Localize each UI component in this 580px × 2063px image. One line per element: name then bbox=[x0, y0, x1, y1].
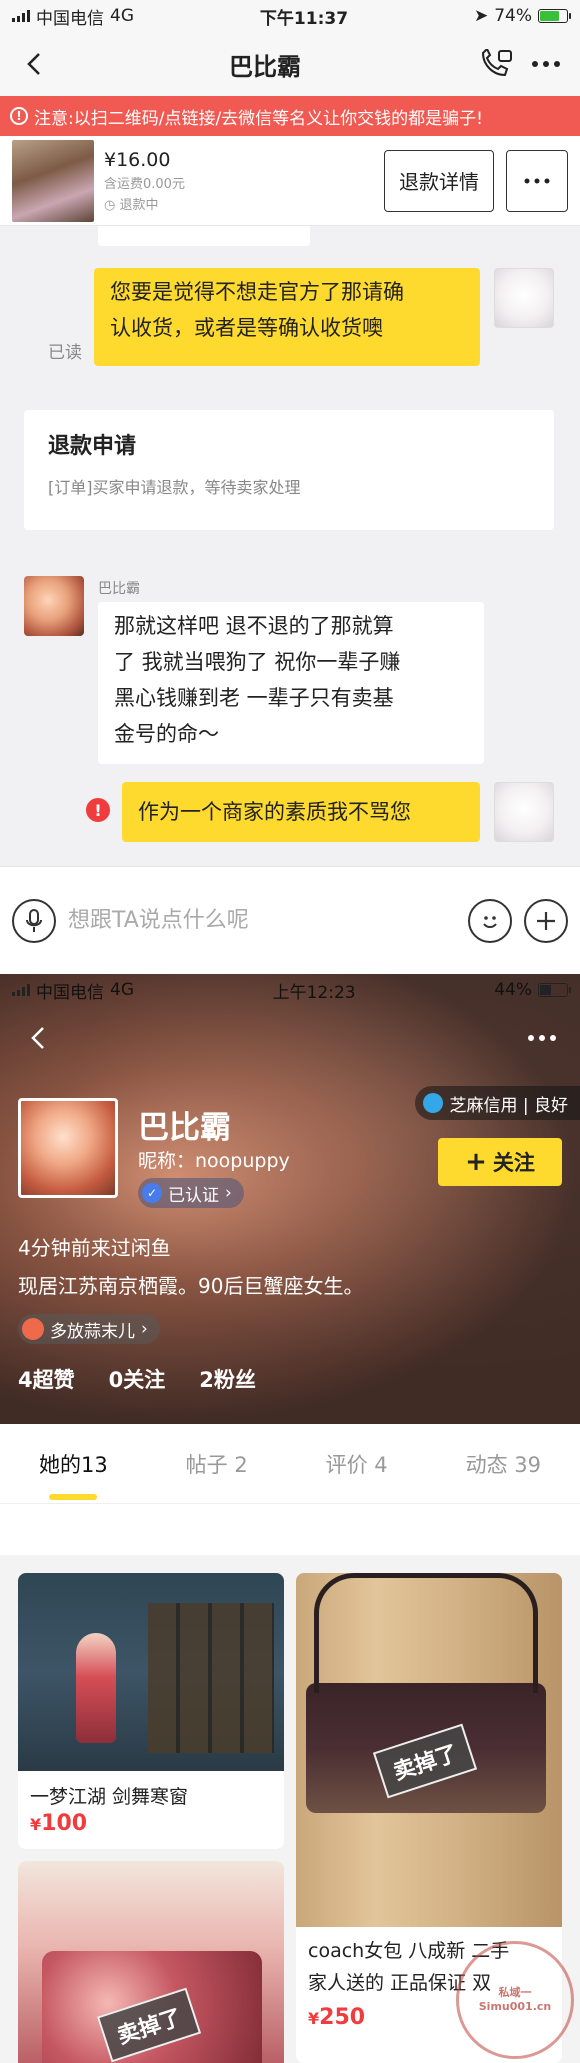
network-label-2: 4G bbox=[110, 980, 134, 1000]
message-input[interactable] bbox=[68, 908, 456, 933]
my-avatar[interactable] bbox=[494, 268, 554, 328]
item-grid: 一梦江湖 剑舞寒窗 ¥100 卖掉了 coach女包 八成新 二手 家人送的 正… bbox=[0, 1555, 580, 2063]
nav-bar: 巴比霸 bbox=[0, 32, 580, 96]
sender-name: 巴比霸 bbox=[98, 581, 140, 597]
follow-button[interactable]: + 关注 bbox=[438, 1138, 562, 1186]
refund-request-desc: [订单]买家申请退款，等待卖家处理 bbox=[48, 478, 301, 497]
carrier-label: 中国电信 bbox=[36, 8, 104, 29]
profile-header: 中国电信 4G 上午12:23 44% 巴比霸 昵称：noopuppy ✓ 已认… bbox=[0, 974, 580, 1424]
followers-count[interactable]: 2粉丝 bbox=[199, 1364, 256, 1394]
fraud-warning-banner: ! 注意:以扫二维码/点链接/去微信等名义让你交钱的都是骗子! bbox=[0, 96, 580, 136]
item-image: 卖掉了 bbox=[296, 1573, 562, 1927]
item-price: ¥250 bbox=[308, 2005, 366, 2030]
order-card[interactable]: ¥16.00 含运费0.00元 ◷ 退款中 退款详情 bbox=[0, 136, 580, 226]
interest-tag[interactable]: 多放蒜末儿 › bbox=[18, 1314, 160, 1344]
last-seen: 4分钟前来过闲鱼 bbox=[18, 1236, 171, 1260]
profile-name: 巴比霸 bbox=[138, 1110, 231, 1146]
location-icon: ➤ bbox=[473, 6, 489, 26]
item-card[interactable]: 一梦江湖 剑舞寒窗 ¥100 bbox=[18, 1573, 284, 1849]
read-receipt: 已读 bbox=[48, 343, 82, 363]
tab-activity[interactable]: 动态 39 bbox=[466, 1424, 541, 1504]
item-image bbox=[18, 1573, 284, 1771]
verified-badge[interactable]: ✓ 已认证 › bbox=[138, 1178, 244, 1208]
emoji-icon[interactable] bbox=[468, 898, 512, 943]
send-failed-icon[interactable]: ! bbox=[86, 798, 110, 822]
profile-stats: 4超赞 0关注 2粉丝 bbox=[18, 1364, 256, 1394]
clock-2: 上午12:23 bbox=[272, 982, 356, 1003]
battery-icon-2 bbox=[537, 983, 571, 997]
game-character-figure bbox=[76, 1633, 116, 1743]
network-label: 4G bbox=[110, 6, 134, 26]
battery-percent-2: 44% bbox=[494, 980, 532, 1000]
tab-items[interactable]: 她的13 bbox=[39, 1424, 108, 1504]
credit-badge[interactable]: 芝麻信用 | 良好 bbox=[415, 1086, 580, 1120]
refund-request-card[interactable]: 退款申请 [订单]买家申请退款，等待卖家处理 bbox=[24, 410, 554, 530]
message-list[interactable]: 您要是觉得不想走官方了那请确 认收货，或者是等确认收货噢 已读 退款申请 [订单… bbox=[0, 226, 580, 866]
watermark-seal: 私域一Simu001.cn bbox=[456, 1941, 574, 2059]
battery-icon bbox=[537, 9, 571, 23]
verified-icon: ✓ bbox=[142, 1183, 162, 1203]
carrier-label-2: 中国电信 bbox=[36, 982, 104, 1003]
signal-icon bbox=[12, 10, 30, 22]
item-title: 一梦江湖 剑舞寒窗 bbox=[30, 1786, 189, 1808]
input-bar bbox=[0, 866, 580, 974]
page-title: 巴比霸 bbox=[229, 52, 301, 81]
likes-count[interactable]: 4超赞 bbox=[18, 1364, 75, 1394]
status-bar: 中国电信 4G 下午11:37 ➤ 74% bbox=[0, 0, 580, 32]
bio: 现居江苏南京栖霞。90后巨蟹座女生。 bbox=[18, 1274, 364, 1298]
message-bubble-failed: 作为一个商家的素质我不骂您 bbox=[122, 782, 480, 842]
clock-icon: ◷ bbox=[104, 197, 116, 213]
chevron-right-icon: › bbox=[225, 1183, 232, 1203]
sesame-credit-icon bbox=[423, 1093, 444, 1113]
seller-avatar[interactable] bbox=[24, 576, 84, 636]
warning-icon: ! bbox=[10, 107, 28, 125]
more-icon[interactable] bbox=[526, 44, 566, 84]
my-avatar-2[interactable] bbox=[494, 782, 554, 842]
warning-text: 注意:以扫二维码/点链接/去微信等名义让你交钱的都是骗子! bbox=[34, 108, 483, 129]
message-bubble-received: 那就这样吧 退不退的了那就算 了 我就当喂狗了 祝你一辈子赚 黑心钱赚到老 一辈… bbox=[98, 602, 484, 764]
more-icon-2[interactable] bbox=[522, 1018, 562, 1058]
order-price: ¥16.00 bbox=[104, 148, 171, 171]
battery-percent: 74% bbox=[494, 6, 532, 26]
shipping-fee: 含运费0.00元 bbox=[104, 176, 185, 192]
profile-nickname: 昵称：noopuppy bbox=[138, 1150, 290, 1172]
plus-icon: + bbox=[465, 1147, 487, 1177]
message-bubble-sent: 您要是觉得不想走官方了那请确 认收货，或者是等确认收货噢 bbox=[94, 268, 480, 366]
bag-strap bbox=[314, 1573, 538, 1693]
back-icon-2[interactable] bbox=[18, 1018, 58, 1058]
inventory-grid bbox=[148, 1603, 274, 1753]
item-card[interactable]: 卖掉了 bbox=[18, 1861, 284, 2063]
following-count[interactable]: 0关注 bbox=[109, 1364, 166, 1394]
tab-reviews[interactable]: 评价 4 bbox=[326, 1424, 388, 1504]
tag-icon bbox=[22, 1318, 44, 1340]
status-bar-2: 中国电信 4G 上午12:23 44% bbox=[0, 974, 580, 1006]
item-image: 卖掉了 bbox=[18, 1861, 284, 2063]
order-more-button[interactable] bbox=[506, 149, 568, 212]
back-icon[interactable] bbox=[14, 44, 54, 84]
message-bubble-previous bbox=[98, 226, 310, 246]
tab-posts[interactable]: 帖子 2 bbox=[186, 1424, 248, 1504]
refund-detail-button[interactable]: 退款详情 bbox=[384, 149, 494, 212]
signal-icon-2 bbox=[12, 984, 30, 996]
add-icon[interactable] bbox=[524, 898, 568, 943]
refund-request-title: 退款申请 bbox=[48, 434, 137, 459]
clock: 下午11:37 bbox=[259, 8, 349, 29]
chevron-right-icon-2: › bbox=[141, 1319, 148, 1339]
profile-avatar[interactable] bbox=[18, 1098, 118, 1198]
profile-tabs: 她的13 帖子 2 评价 4 动态 39 bbox=[0, 1424, 580, 1504]
product-thumbnail bbox=[12, 139, 94, 222]
item-price: ¥100 bbox=[30, 1811, 88, 1836]
order-status: 退款中 bbox=[119, 197, 159, 213]
voice-icon[interactable] bbox=[12, 898, 56, 943]
phone-icon[interactable] bbox=[476, 44, 516, 84]
chat-screen: 中国电信 4G 下午11:37 ➤ 74% 巴比霸 ! 注意:以扫二维码/点链接… bbox=[0, 0, 580, 974]
